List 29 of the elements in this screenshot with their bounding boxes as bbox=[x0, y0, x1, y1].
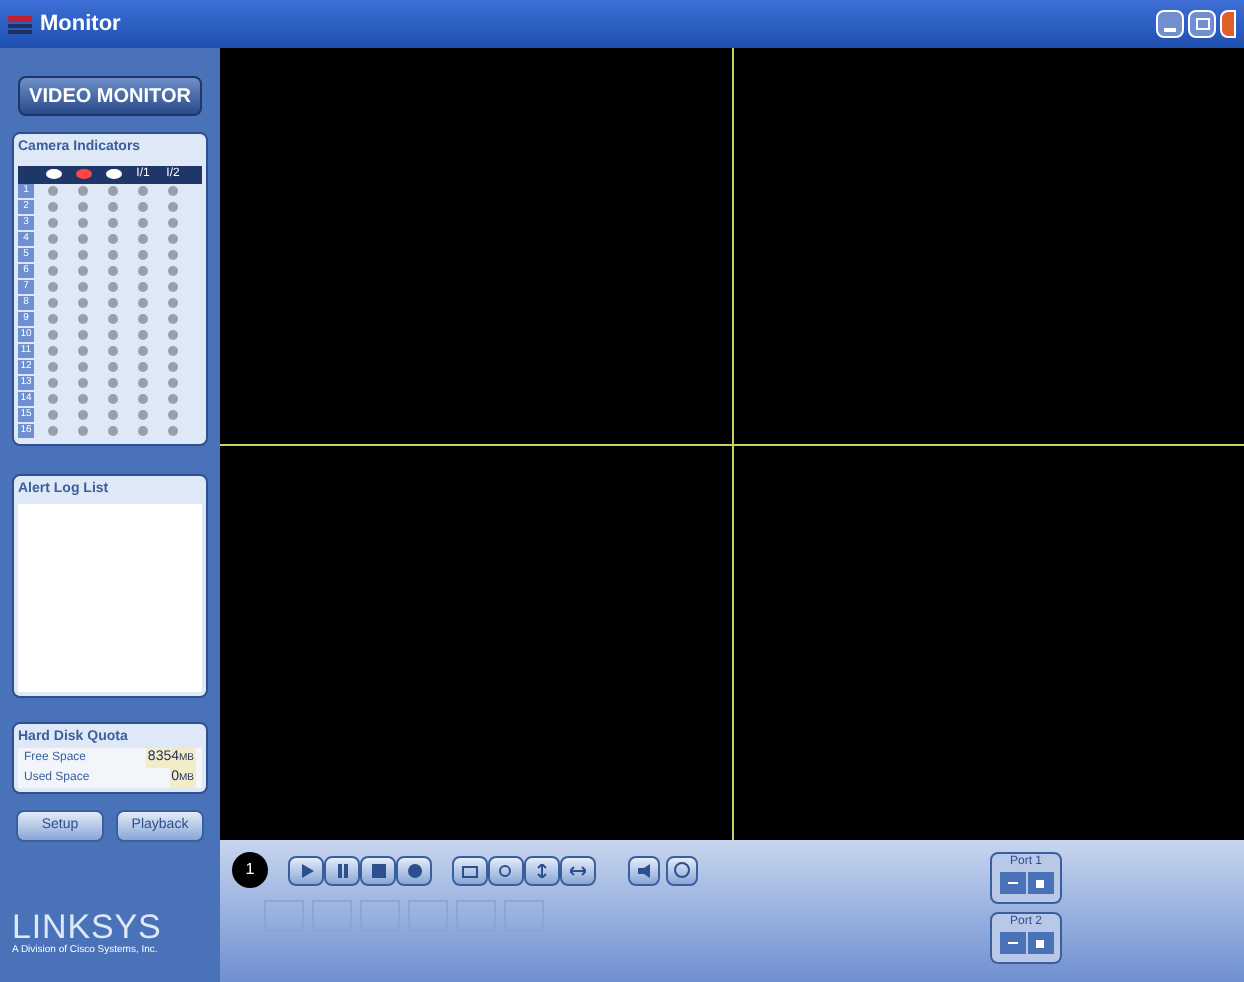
pause-icon bbox=[335, 863, 349, 877]
window-title: Monitor bbox=[40, 9, 121, 40]
increase-button[interactable] bbox=[1027, 872, 1053, 894]
app-icon bbox=[8, 15, 32, 33]
channel-indicator: 1 bbox=[232, 852, 268, 888]
playback-button[interactable] bbox=[360, 855, 396, 885]
decrease-button[interactable] bbox=[999, 932, 1025, 954]
decrease-button[interactable] bbox=[999, 872, 1025, 894]
minus-icon bbox=[1007, 942, 1017, 944]
play-icon bbox=[299, 863, 313, 877]
speaker-button[interactable] bbox=[628, 855, 660, 885]
playback-button[interactable] bbox=[288, 855, 324, 885]
maximize-button[interactable] bbox=[1188, 10, 1216, 38]
record-icon bbox=[407, 863, 421, 877]
minimize-button[interactable] bbox=[1156, 10, 1184, 38]
video-monitor-button[interactable]: VIDEO MONITOR bbox=[18, 76, 202, 116]
camera-icon bbox=[462, 863, 478, 877]
square-icon bbox=[1036, 939, 1044, 947]
minus-icon bbox=[1007, 882, 1017, 884]
stop-icon bbox=[371, 863, 385, 877]
playback-button[interactable] bbox=[324, 855, 360, 885]
square-icon bbox=[1036, 879, 1044, 887]
left-right-icon bbox=[570, 863, 586, 877]
close-button[interactable] bbox=[1220, 10, 1236, 38]
speaker-icon bbox=[637, 863, 651, 877]
increase-button[interactable] bbox=[1027, 932, 1053, 954]
up-down-icon bbox=[534, 863, 550, 877]
playback-button[interactable] bbox=[396, 855, 432, 885]
linksys-logo: LINKSYS bbox=[12, 910, 162, 944]
